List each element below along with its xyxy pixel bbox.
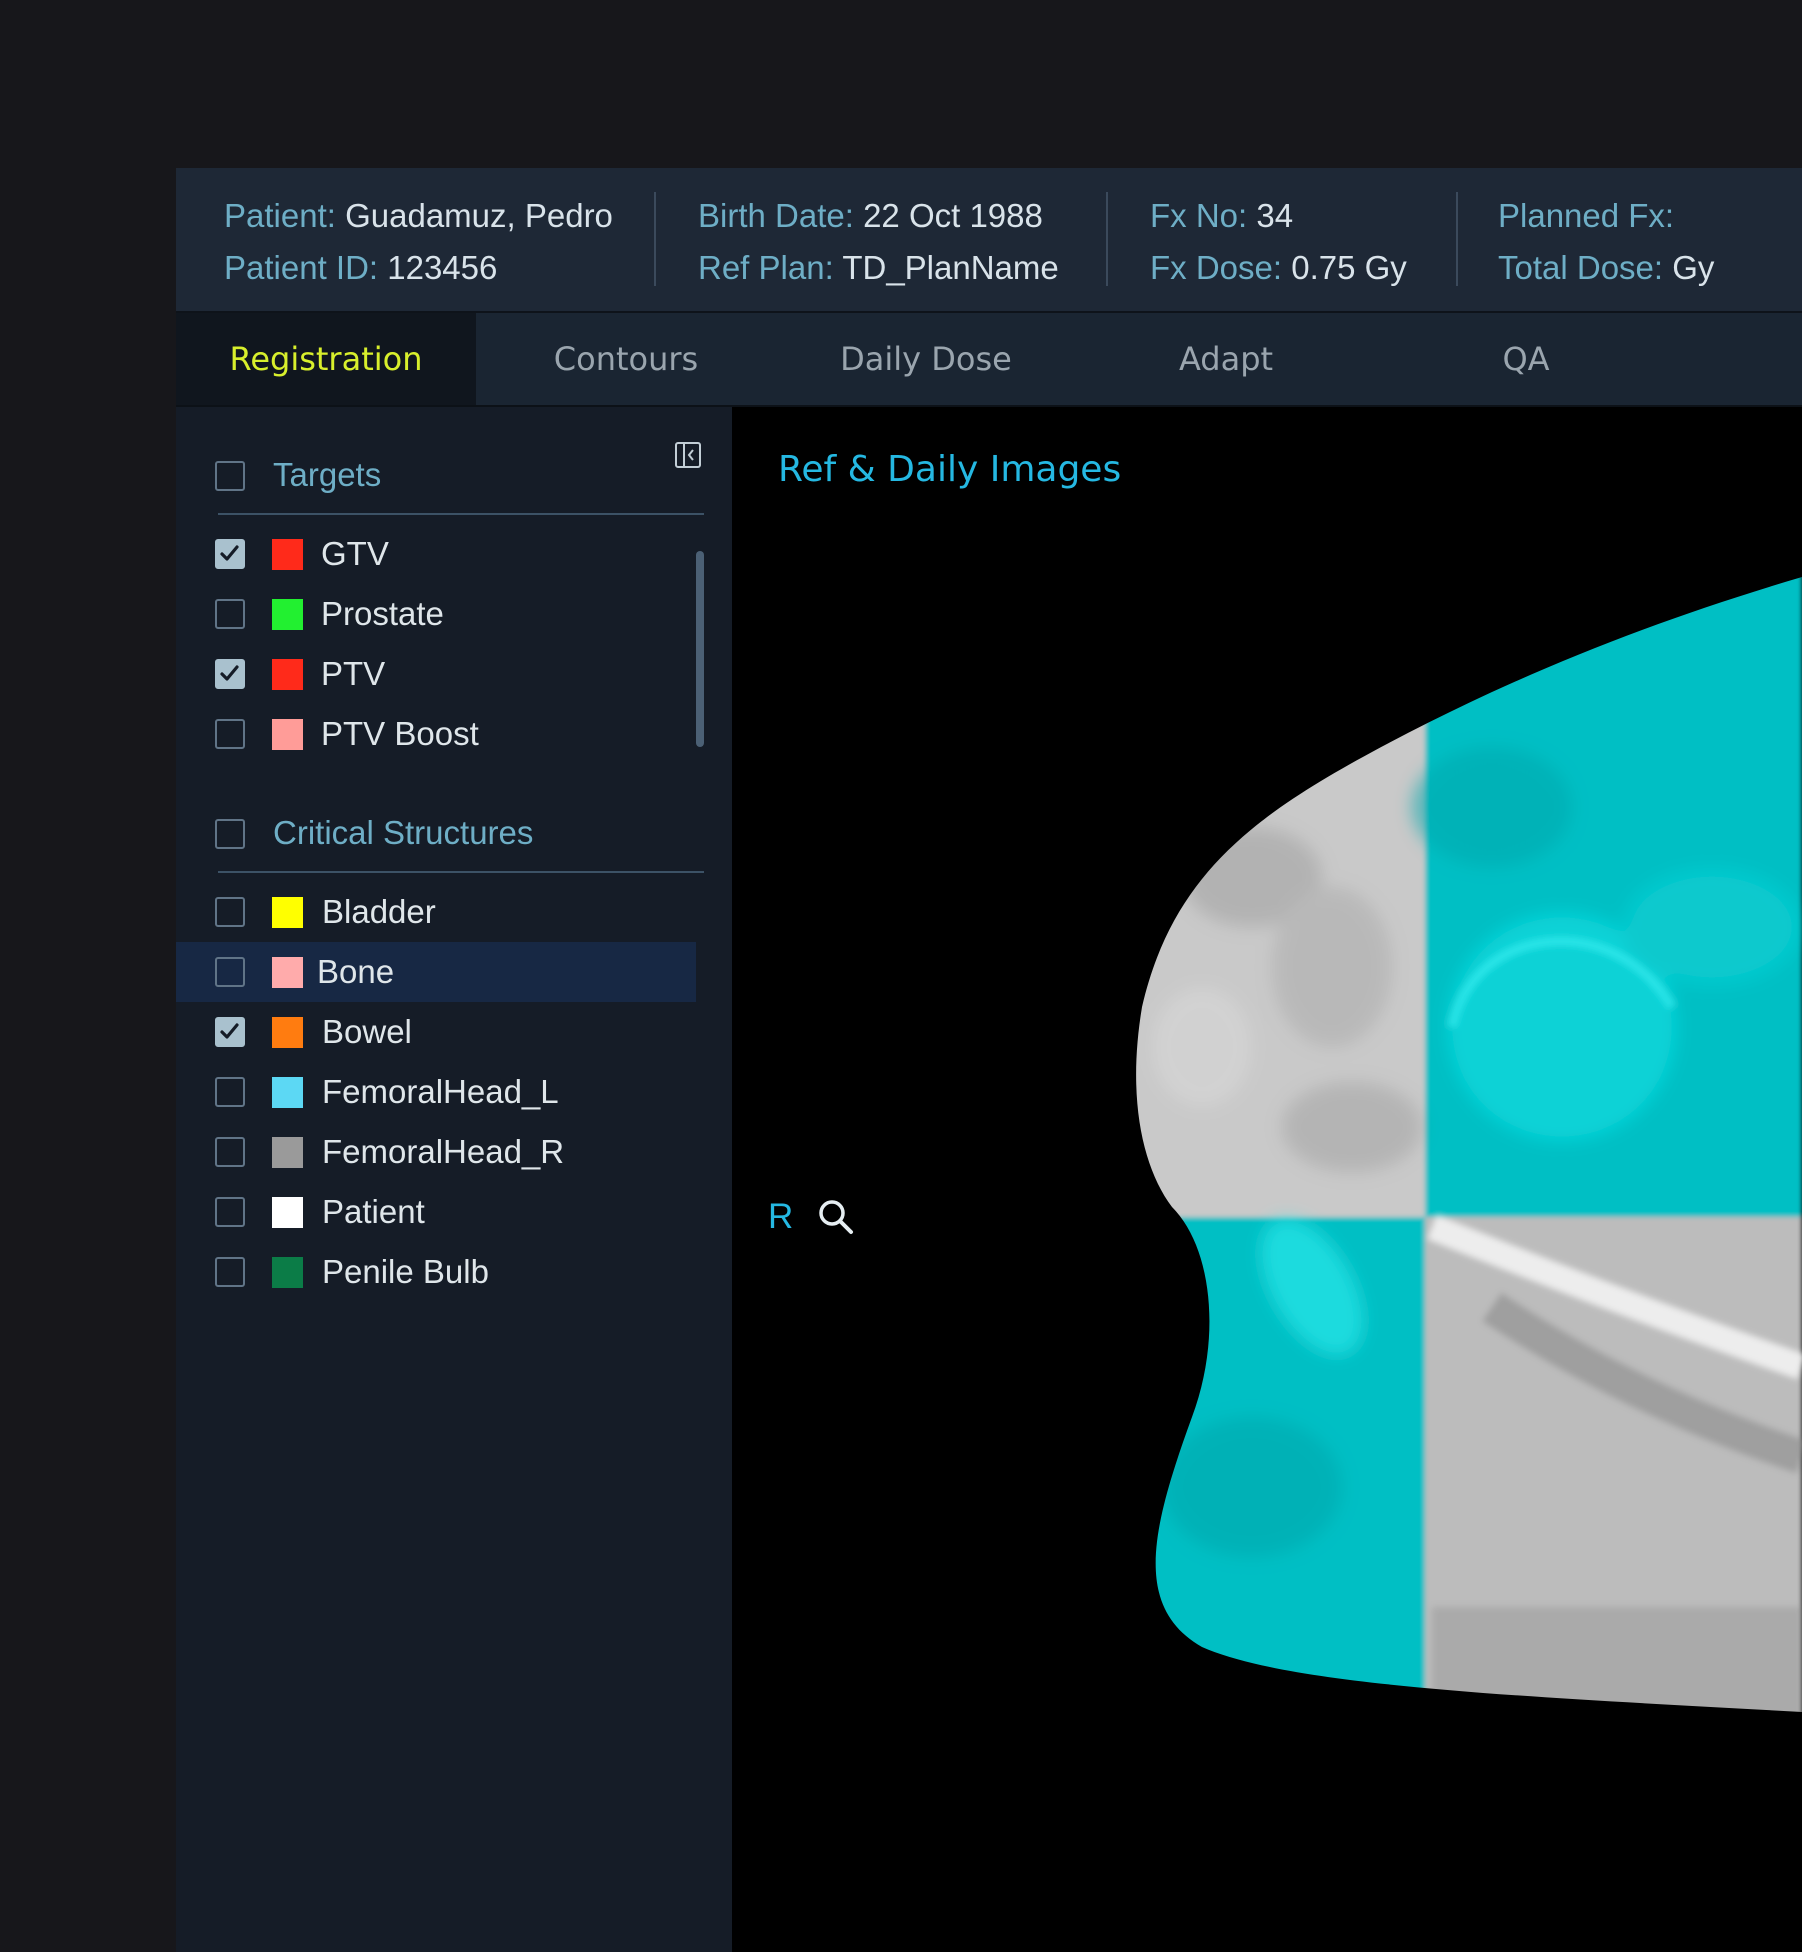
structure-label: GTV: [321, 535, 389, 572]
patient-info-column: Patient: Guadamuz, Pedro Patient ID: 123…: [224, 168, 613, 311]
patient-id: 123456: [387, 249, 498, 286]
group-divider: [218, 513, 704, 515]
magnifier-icon[interactable]: [818, 1199, 854, 1240]
ref-plan: TD_PlanName: [842, 249, 1059, 286]
header-divider: [654, 192, 656, 286]
image-viewer[interactable]: Ref & Daily Images R: [732, 407, 1802, 1952]
structure-color-swatch: [272, 659, 303, 690]
tab-registration[interactable]: Registration: [176, 313, 476, 405]
total-dose-label: Total Dose:: [1498, 249, 1664, 286]
structure-checkbox[interactable]: [215, 1077, 245, 1107]
fx-dose-label: Fx Dose:: [1150, 249, 1283, 286]
structure-label: PTV: [321, 655, 386, 692]
patient-name: Guadamuz, Pedro: [345, 197, 613, 234]
structure-label: FemoralHead_L: [322, 1073, 559, 1110]
structure-color-swatch: [272, 539, 303, 570]
targets-scrollbar[interactable]: [696, 551, 704, 747]
patient-id-label: Patient ID:: [224, 249, 379, 286]
header-divider: [1106, 192, 1108, 286]
fraction-info-column: Fx No: 34 Fx Dose: 0.75 Gy: [1150, 168, 1407, 311]
main-tabs: Registration Contours Daily Dose Adapt Q…: [176, 313, 1802, 407]
structure-color-swatch: [272, 957, 303, 988]
dose-info-column: Planned Fx: Total Dose: Gy: [1498, 168, 1714, 311]
plan-info-column: Birth Date: 22 Oct 1988 Ref Plan: TD_Pla…: [698, 168, 1059, 311]
tab-qa[interactable]: QA: [1376, 313, 1676, 405]
structure-row[interactable]: [176, 1182, 696, 1242]
structure-color-swatch: [272, 1257, 303, 1288]
group-divider: [218, 871, 704, 873]
tab-adapt[interactable]: Adapt: [1076, 313, 1376, 405]
group-title: Critical Structures: [273, 814, 534, 851]
patient-info-bar: Patient: Guadamuz, Pedro Patient ID: 123…: [176, 168, 1802, 313]
structure-color-swatch: [272, 1197, 303, 1228]
structure-row[interactable]: [176, 524, 696, 584]
tab-daily-dose[interactable]: Daily Dose: [776, 313, 1076, 405]
structure-checkbox[interactable]: [215, 897, 245, 927]
birth-date: 22 Oct 1988: [863, 197, 1043, 234]
structure-color-swatch: [272, 599, 303, 630]
structure-row[interactable]: [176, 882, 696, 942]
group-title: Targets: [273, 456, 382, 493]
structure-checkbox[interactable]: [215, 599, 245, 629]
orientation-label: R: [768, 1197, 794, 1236]
tab-contours[interactable]: Contours: [476, 313, 776, 405]
structure-checkbox[interactable]: [215, 659, 245, 689]
structure-row[interactable]: [176, 942, 696, 1002]
structure-label: Penile Bulb: [322, 1253, 489, 1290]
group-checkbox[interactable]: [215, 461, 245, 491]
structures-panel: Targets GTV Prostate PTV PTV Boost Critical S…: [176, 407, 732, 1952]
structure-color-swatch: [272, 1137, 303, 1168]
structure-checkbox[interactable]: [215, 719, 245, 749]
structure-label: Prostate: [321, 595, 444, 632]
structure-label: Bone: [317, 953, 395, 990]
structure-label: Bladder: [322, 893, 436, 930]
structure-checkbox[interactable]: [215, 1257, 245, 1287]
structure-label: Patient: [322, 1193, 425, 1230]
birth-date-label: Birth Date:: [698, 197, 854, 234]
structure-color-swatch: [272, 1077, 303, 1108]
structure-row[interactable]: [176, 644, 696, 704]
planned-fx-label: Planned Fx:: [1498, 197, 1675, 234]
header-divider: [1456, 192, 1458, 286]
group-checkbox[interactable]: [215, 819, 245, 849]
structure-label: FemoralHead_R: [322, 1133, 565, 1170]
viewer-title: Ref & Daily Images: [778, 449, 1122, 490]
fx-no: 34: [1256, 197, 1294, 234]
structure-label: PTV Boost: [321, 715, 479, 752]
structure-checkbox[interactable]: [215, 957, 245, 987]
ref-plan-label: Ref Plan:: [698, 249, 834, 286]
structure-color-swatch: [272, 1017, 303, 1048]
structure-row[interactable]: [176, 1002, 696, 1062]
fx-dose: 0.75 Gy: [1291, 249, 1407, 286]
structure-label: Bowel: [322, 1013, 412, 1050]
structure-checkbox[interactable]: [215, 539, 245, 569]
structure-checkbox[interactable]: [215, 1197, 245, 1227]
app-window: Patient: Guadamuz, Pedro Patient ID: 123…: [176, 168, 1802, 1952]
fx-no-label: Fx No:: [1150, 197, 1248, 234]
structure-color-swatch: [272, 719, 303, 750]
structure-checkbox[interactable]: [215, 1137, 245, 1167]
structure-color-swatch: [272, 897, 303, 928]
total-dose: Gy: [1672, 249, 1715, 286]
panel-collapse-icon[interactable]: [674, 441, 702, 469]
structure-checkbox[interactable]: [215, 1017, 245, 1047]
patient-label: Patient:: [224, 197, 336, 234]
checkerboard-ct-image: [1136, 577, 1802, 1712]
